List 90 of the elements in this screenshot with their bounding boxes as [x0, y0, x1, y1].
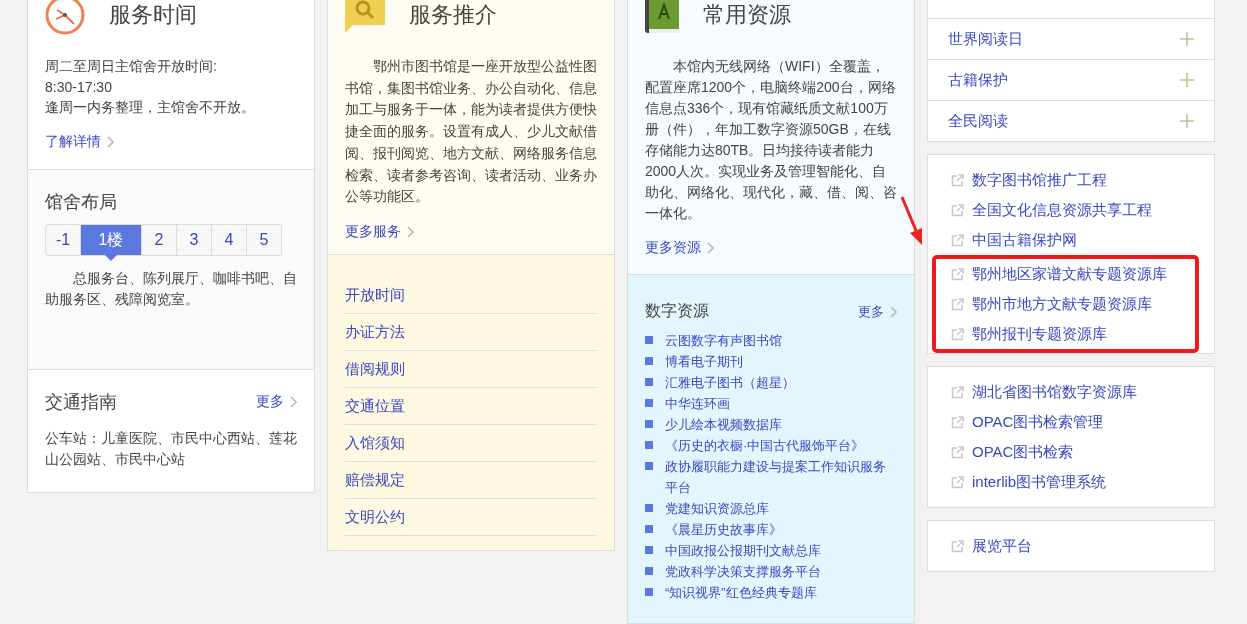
external-link[interactable]: 中国古籍保护网	[972, 230, 1077, 250]
external-link-icon	[951, 385, 964, 399]
hours-text: 8:30-17:30	[45, 77, 113, 97]
external-link-icon	[951, 475, 964, 489]
external-link-icon	[951, 203, 964, 217]
bullet-icon	[645, 462, 653, 470]
external-link-icon	[951, 233, 964, 247]
section-title: 服务时间	[109, 1, 197, 29]
resource-link[interactable]: 中华连环画	[665, 393, 730, 414]
bullet-icon	[645, 399, 653, 407]
more-link[interactable]: 更多	[858, 302, 897, 321]
more-resources-link[interactable]: 更多资源	[645, 239, 714, 257]
service-link[interactable]: 办证方法	[345, 314, 597, 351]
external-link-icon	[951, 415, 964, 429]
external-link[interactable]: 鄂州地区家谱文献专题资源库	[972, 264, 1167, 284]
bullet-icon	[645, 378, 653, 386]
chevron-icon	[890, 305, 897, 318]
resource-link[interactable]: 汇雅电子图书（超星）	[665, 372, 795, 393]
plus-icon[interactable]	[1180, 114, 1194, 128]
resource-link[interactable]: 政协履职能力建设与提案工作知识服务平台	[665, 456, 897, 498]
bullet-icon	[645, 588, 653, 596]
annotation-arrow	[900, 195, 924, 245]
bullet-icon	[645, 567, 653, 575]
floor-tab[interactable]: 4	[212, 225, 247, 255]
floor-tab[interactable]: 3	[177, 225, 212, 255]
topic-link[interactable]: 古籍保护	[948, 70, 1008, 90]
resource-link[interactable]: 少儿绘本视频数据库	[665, 414, 782, 435]
service-link[interactable]: 交通位置	[345, 388, 597, 425]
bullet-icon	[645, 441, 653, 449]
details-link[interactable]: 了解详情	[45, 132, 114, 151]
service-link[interactable]: 赔偿规定	[345, 462, 597, 499]
external-link-icon	[951, 267, 964, 281]
external-link[interactable]: 鄂州报刊专题资源库	[972, 324, 1107, 344]
service-link[interactable]: 文明公约	[345, 499, 597, 536]
resource-link[interactable]: 《历史的衣橱·中国古代服饰平台》	[665, 435, 865, 456]
external-link-icon	[951, 173, 964, 187]
floor-tab[interactable]: 2	[142, 225, 177, 255]
section-title: 服务推介	[409, 1, 497, 29]
floor-description: 总服务台、陈列展厅、咖啡书吧、自助服务区、残障阅览室。	[45, 269, 297, 309]
chevron-icon	[407, 225, 414, 238]
external-link-icon	[951, 539, 964, 553]
resource-link[interactable]: 云图数字有声图书馆	[665, 330, 782, 351]
section-title: 交通指南	[45, 391, 117, 414]
bullet-icon	[645, 336, 653, 344]
external-link[interactable]: interlib图书管理系统	[972, 472, 1107, 492]
resource-link[interactable]: 党建知识资源总库	[665, 498, 769, 519]
service-link[interactable]: 入馆须知	[345, 425, 597, 462]
section-title: 数字资源	[645, 301, 709, 321]
floor-tab[interactable]: 5	[247, 225, 281, 255]
bullet-icon	[645, 546, 653, 554]
resources-paragraph: 本馆内无线网络（WIFI）全覆盖，配置座席1200个，电脑终端200台，网络信息点336个，现有馆藏纸质文献100万册（件），年加工数字资源50GB，在线存储能力达80TB。日均接待读者能力2000人次。实现业务及管理智能化、自助化、网络化、现代化，藏、借、阅、咨一体化。	[645, 57, 897, 223]
chevron-icon	[290, 396, 297, 408]
bullet-icon	[645, 420, 653, 428]
bullet-icon	[645, 357, 653, 365]
service-link[interactable]: 开放时间	[345, 277, 597, 314]
external-link[interactable]: OPAC图书检索	[972, 442, 1074, 462]
chevron-icon	[707, 242, 714, 254]
resource-link[interactable]: 博看电子期刊	[665, 351, 743, 372]
topic-link[interactable]: 全民阅读	[948, 111, 1008, 131]
hours-text: 周二至周日主馆舍开放时间:	[45, 57, 218, 76]
chevron-icon	[107, 135, 114, 148]
resource-link[interactable]: 中国政报公报期刊文献总库	[665, 540, 821, 561]
external-link[interactable]: 鄂州市地方文献专题资源库	[972, 294, 1152, 314]
external-link-icon	[951, 327, 964, 341]
plus-icon[interactable]	[1180, 32, 1194, 46]
search-icon	[345, 0, 385, 35]
external-link[interactable]: 湖北省图书馆数字资源库	[972, 382, 1137, 402]
pointer-icon	[105, 255, 117, 261]
bullet-icon	[645, 504, 653, 512]
more-services-link[interactable]: 更多服务	[345, 222, 414, 241]
hours-text: 逢周一内务整理，主馆舍不开放。	[45, 98, 256, 117]
more-link[interactable]: 更多	[256, 393, 297, 411]
resource-link[interactable]: 《晨星历史故事库》	[665, 519, 782, 540]
book-icon	[645, 0, 679, 35]
section-title: 馆舍布局	[45, 192, 117, 212]
services-paragraph: 鄂州市图书馆是一座开放型公益性图书馆，集图书馆业务、办公自动化、信息加工与服务于一体，能为读者提供方便快捷全面的服务。设置有成人、少儿文献借阅、报刊阅览、地方文献、网络服务信息检索、读者参考咨询、读者活动、业务办公等功能区。	[345, 57, 597, 207]
external-link-icon	[951, 297, 964, 311]
topic-link[interactable]: 世界阅读日	[948, 29, 1023, 49]
bus-stops-text: 公车站：儿童医院、市民中心西站、莲花山公园站、市民中心站	[45, 429, 297, 469]
external-link-icon	[951, 445, 964, 459]
external-link[interactable]: 展览平台	[972, 536, 1032, 556]
service-link[interactable]: 借阅规则	[345, 351, 597, 388]
resource-link[interactable]: “知识视界”红色经典专题库	[665, 582, 817, 603]
section-title: 常用资源	[703, 1, 791, 29]
external-link[interactable]: 数字图书馆推广工程	[972, 170, 1107, 190]
resource-link[interactable]: 党政科学决策支撑服务平台	[665, 561, 821, 582]
plus-icon[interactable]	[1180, 73, 1194, 87]
external-link[interactable]: 全国文化信息资源共享工程	[972, 200, 1152, 220]
external-link[interactable]: OPAC图书检索管理	[972, 412, 1104, 432]
bullet-icon	[645, 525, 653, 533]
